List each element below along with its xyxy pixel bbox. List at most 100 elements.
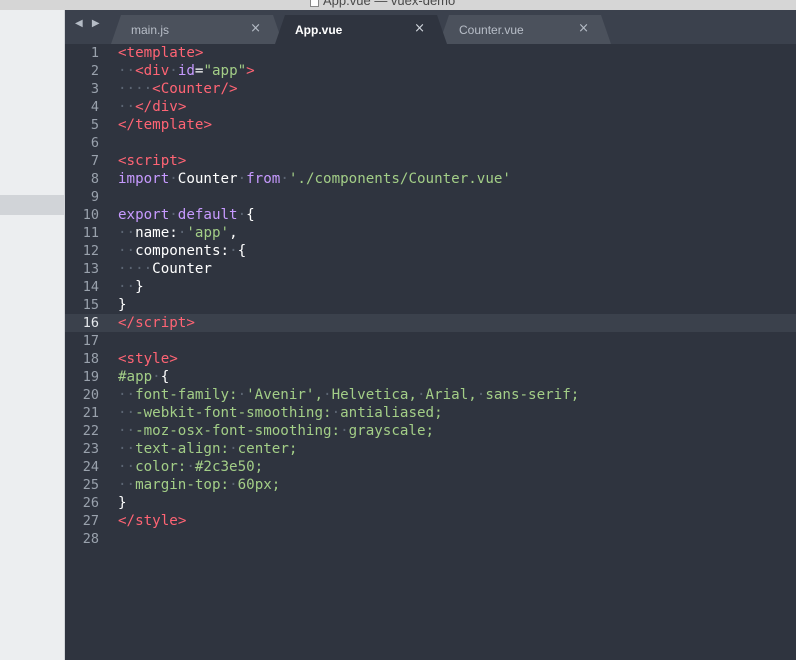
code-line[interactable]: 10 export·default·{ bbox=[65, 206, 796, 224]
code-area[interactable]: 1 <template> 2 ··<div·id="app"> 3 ····<Counte… bbox=[65, 44, 796, 548]
code-token: ·· bbox=[118, 99, 136, 115]
line-content: ··-moz-osx-font-smoothing:·grayscale; bbox=[118, 422, 434, 440]
tab-app-vue[interactable]: App.vue × bbox=[275, 15, 447, 44]
code-line[interactable]: 2 ··<div·id="app"> bbox=[65, 62, 796, 80]
sidebar-selected-item[interactable] bbox=[0, 195, 65, 215]
code-token: < bbox=[135, 63, 144, 79]
code-line[interactable]: 28 bbox=[65, 530, 796, 548]
code-token: 60px; bbox=[237, 477, 281, 493]
code-line[interactable]: 7 <script> bbox=[65, 152, 796, 170]
code-token: template bbox=[126, 45, 195, 61]
code-token: ·· bbox=[118, 459, 136, 475]
code-token: ·· bbox=[118, 441, 136, 457]
code-line[interactable]: 8 import·Counter·from·'./components/Count… bbox=[65, 170, 796, 188]
code-line[interactable]: 24 ··color:·#2c3e50; bbox=[65, 458, 796, 476]
code-line[interactable]: 5 </template> bbox=[65, 116, 796, 134]
code-line[interactable]: 12 ··components:·{ bbox=[65, 242, 796, 260]
code-token: > bbox=[177, 153, 187, 169]
code-token: , bbox=[229, 225, 238, 241]
code-token: · bbox=[229, 477, 238, 493]
code-line[interactable]: 13 ····Counter bbox=[65, 260, 796, 278]
tab-counter-vue[interactable]: Counter.vue × bbox=[439, 15, 611, 44]
close-icon[interactable]: × bbox=[250, 21, 261, 36]
code-token: } bbox=[118, 297, 127, 313]
window-title-text: App.vue — vuex-demo bbox=[323, 0, 456, 8]
line-number: 22 bbox=[82, 423, 99, 439]
window-title: App.vue — vuex-demo bbox=[310, 0, 455, 8]
code-line[interactable]: 16 </script> bbox=[65, 314, 796, 332]
code-line[interactable]: 11 ··name:·'app', bbox=[65, 224, 796, 242]
line-number: 18 bbox=[82, 351, 99, 367]
code-line[interactable]: 20 ··font-family:·'Avenir',·Helvetica,·Ar… bbox=[65, 386, 796, 404]
code-line[interactable]: 19 #app·{ bbox=[65, 368, 796, 386]
code-token: Counter bbox=[177, 171, 238, 187]
code-line[interactable]: 14 ··} bbox=[65, 278, 796, 296]
code-token: ·· bbox=[118, 243, 136, 259]
code-token: ·· bbox=[118, 477, 136, 493]
code-token: #2c3e50; bbox=[194, 459, 264, 475]
code-token: } bbox=[135, 279, 144, 295]
code-token: export bbox=[118, 207, 170, 223]
line-number: 10 bbox=[82, 207, 99, 223]
code-token: "app" bbox=[203, 63, 247, 79]
code-token: font-family: bbox=[135, 387, 238, 403]
code-token: < bbox=[118, 351, 127, 367]
line-number: 16 bbox=[82, 315, 99, 331]
line-content: } bbox=[118, 296, 127, 314]
line-content: <style> bbox=[118, 350, 178, 368]
line-content: ··-webkit-font-smoothing:·antialiased; bbox=[118, 404, 443, 422]
code-line[interactable]: 22 ··-moz-osx-font-smoothing:·grayscale; bbox=[65, 422, 796, 440]
code-token: id bbox=[177, 63, 195, 79]
code-token: > bbox=[246, 63, 255, 79]
line-number: 12 bbox=[82, 243, 99, 259]
code-line[interactable]: 17 bbox=[65, 332, 796, 350]
code-line[interactable]: 18 <style> bbox=[65, 350, 796, 368]
code-token: antialiased; bbox=[340, 405, 443, 421]
code-token: { bbox=[160, 369, 170, 385]
code-token: ·· bbox=[118, 279, 136, 295]
line-number: 8 bbox=[90, 171, 99, 187]
line-number: 17 bbox=[82, 333, 99, 349]
code-token: </ bbox=[118, 315, 136, 331]
code-line[interactable]: 1 <template> bbox=[65, 44, 796, 62]
editor[interactable]: ◀ ▶ main.js × Counter.vue × App.vue × 1 <… bbox=[65, 10, 796, 660]
close-icon[interactable]: × bbox=[414, 21, 425, 36]
code-token: color: bbox=[135, 459, 187, 475]
document-icon bbox=[310, 0, 319, 8]
line-content: ··<div·id="app"> bbox=[118, 62, 255, 80]
code-token: · bbox=[280, 171, 289, 187]
code-token: ·· bbox=[118, 63, 136, 79]
code-line[interactable]: 26} bbox=[65, 494, 796, 512]
line-number: 9 bbox=[90, 189, 99, 205]
code-line[interactable]: 23 ··text-align:·center; bbox=[65, 440, 796, 458]
sidebar[interactable] bbox=[0, 10, 65, 660]
code-token: style bbox=[135, 513, 178, 529]
line-number: 20 bbox=[82, 387, 99, 403]
code-line[interactable]: 15} bbox=[65, 296, 796, 314]
line-content: import·Counter·from·'./components/Counte… bbox=[118, 170, 511, 188]
code-line[interactable]: 9 bbox=[65, 188, 796, 206]
code-token: /> bbox=[220, 81, 238, 97]
code-token: from bbox=[246, 171, 281, 187]
line-content: </script> bbox=[118, 314, 195, 332]
code-token: script bbox=[126, 153, 178, 169]
code-line[interactable]: 3 ····<Counter/> bbox=[65, 80, 796, 98]
close-icon[interactable]: × bbox=[578, 21, 589, 36]
code-token: text-align: bbox=[135, 441, 230, 457]
line-number: 3 bbox=[90, 81, 99, 97]
line-number: 21 bbox=[82, 405, 99, 421]
code-line[interactable]: 4 ··</div> bbox=[65, 98, 796, 116]
code-token: { bbox=[237, 243, 247, 259]
tab-main-js[interactable]: main.js × bbox=[111, 15, 283, 44]
line-content: ··margin-top:·60px; bbox=[118, 476, 280, 494]
code-token: margin-top: bbox=[135, 477, 230, 493]
line-number: 2 bbox=[90, 63, 99, 79]
code-line[interactable]: 21 ··-webkit-font-smoothing:·antialiased; bbox=[65, 404, 796, 422]
code-line[interactable]: 25 ··margin-top:·60px; bbox=[65, 476, 796, 494]
code-token: ···· bbox=[118, 261, 153, 277]
code-token: · bbox=[229, 243, 238, 259]
code-token: './components/Counter.vue' bbox=[288, 171, 511, 187]
code-line[interactable]: 27 </style> bbox=[65, 512, 796, 530]
code-line[interactable]: 6 bbox=[65, 134, 796, 152]
chevron-left-right-icon[interactable]: ◀ ▶ bbox=[75, 18, 103, 29]
